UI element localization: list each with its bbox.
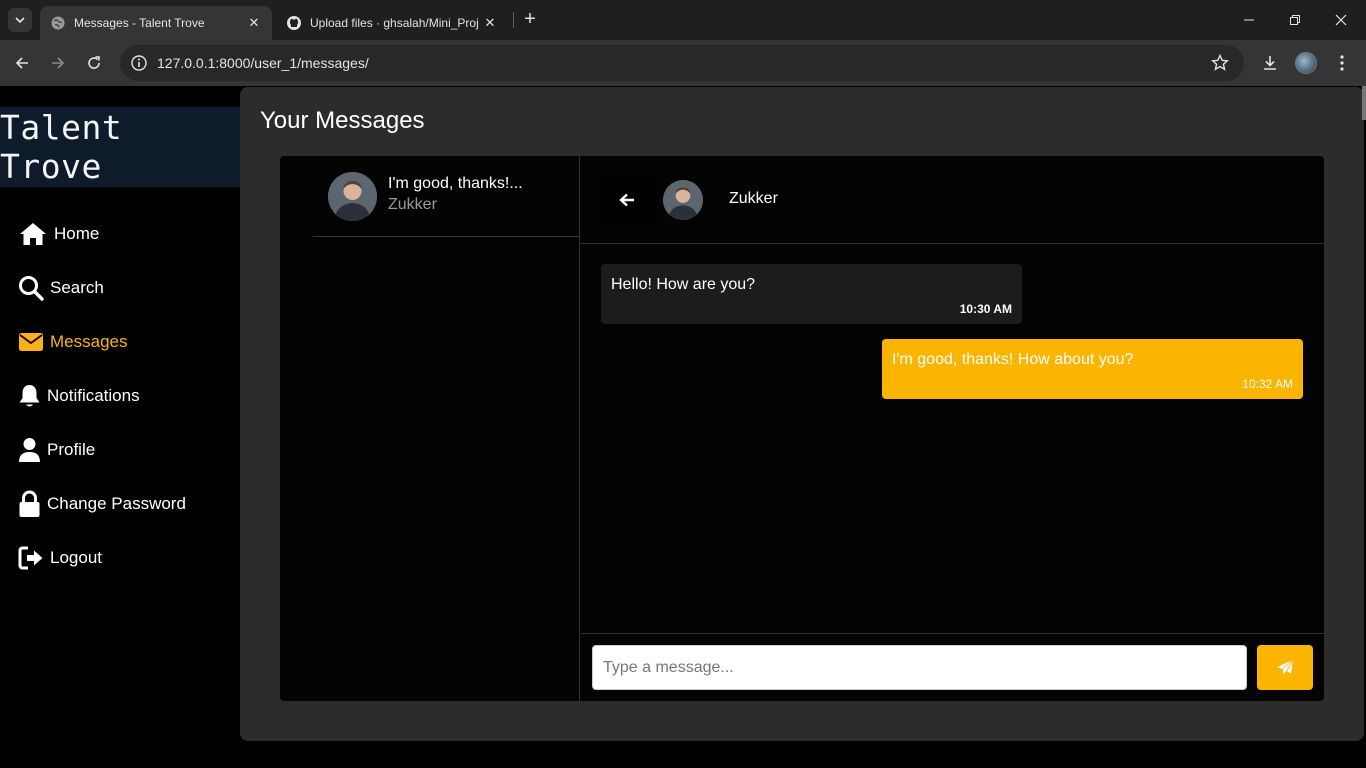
- browser-menu-button[interactable]: [1330, 51, 1354, 75]
- sidebar-item-notifications[interactable]: Notifications: [18, 381, 140, 411]
- site-info-icon[interactable]: [130, 54, 148, 72]
- sidebar-item-logout[interactable]: Logout: [18, 543, 102, 573]
- conversation-preview: I'm good, thanks!...: [388, 175, 523, 192]
- conversation-list: I'm good, thanks!... Zukker: [280, 156, 580, 701]
- conversation-name: Zukker: [388, 196, 437, 213]
- sidebar: Talent Trove Home Search Messages Notifi: [0, 86, 240, 768]
- message-bubble-outgoing: I'm good, thanks! How about you? 10:32 A…: [882, 339, 1303, 399]
- message-time: 10:32 AM: [1242, 377, 1293, 391]
- sidebar-item-search[interactable]: Search: [18, 273, 104, 303]
- tab-title: Upload files · ghsalah/Mini_Proj: [310, 16, 479, 30]
- sidebar-item-change-password[interactable]: Change Password: [18, 489, 186, 519]
- tab-upload-files[interactable]: Upload files · ghsalah/Mini_Proj ✕: [276, 6, 508, 40]
- sidebar-item-label: Search: [50, 278, 104, 297]
- back-nav-button[interactable]: [10, 51, 34, 75]
- message-text: Hello! How are you?: [611, 276, 756, 293]
- avatar: [328, 172, 377, 221]
- arrow-right-icon: [52, 57, 65, 69]
- contact-name: Zukker: [729, 190, 778, 207]
- sidebar-item-label: Messages: [50, 332, 128, 351]
- tab-separator: [513, 12, 514, 28]
- github-icon: [287, 16, 301, 30]
- sidebar-item-label: Change Password: [47, 494, 186, 513]
- message-composer: [581, 633, 1324, 701]
- message-bubble-incoming: Hello! How are you? 10:30 AM: [601, 264, 1022, 324]
- sidebar-item-label: Profile: [47, 440, 96, 459]
- logout-icon: [18, 544, 44, 572]
- bookmark-star-icon[interactable]: [1210, 53, 1230, 73]
- conversation-item[interactable]: I'm good, thanks!... Zukker: [313, 156, 580, 237]
- globe-icon: [51, 16, 65, 30]
- back-button[interactable]: [600, 177, 654, 223]
- close-tab-icon[interactable]: ✕: [246, 15, 262, 31]
- sidebar-item-profile[interactable]: Profile: [18, 435, 95, 465]
- paper-plane-icon: [1277, 659, 1294, 676]
- browser-tab-bar: Messages - Talent Trove ✕ Upload files ·…: [0, 0, 1366, 40]
- reload-icon: [88, 56, 100, 69]
- sidebar-item-messages[interactable]: Messages: [18, 327, 127, 357]
- minimize-button[interactable]: [1226, 0, 1272, 40]
- url-text: 127.0.0.1:8000/user_1/messages/: [157, 55, 369, 71]
- profile-button[interactable]: [1294, 51, 1318, 75]
- close-tab-icon[interactable]: ✕: [482, 15, 498, 31]
- lock-icon: [18, 490, 41, 518]
- close-icon: [1335, 14, 1347, 26]
- message-text: I'm good, thanks! How about you?: [892, 351, 1134, 368]
- minimize-icon: [1244, 19, 1254, 21]
- messenger-panel: I'm good, thanks!... Zukker Zukker Hello…: [280, 156, 1324, 701]
- sidebar-item-label: Notifications: [47, 386, 140, 405]
- main-content: Your Messages I'm good, thanks!... Zukke…: [240, 87, 1364, 741]
- kebab-menu-icon: [1340, 55, 1344, 71]
- new-tab-button[interactable]: +: [520, 9, 540, 30]
- sidebar-item-home[interactable]: Home: [18, 219, 99, 249]
- chevron-down-icon: [15, 17, 25, 24]
- bell-icon: [18, 382, 41, 410]
- chat-panel: Zukker Hello! How are you? 10:30 AM I'm …: [581, 156, 1324, 701]
- message-input[interactable]: [592, 645, 1247, 690]
- search-icon: [18, 274, 44, 302]
- sidebar-item-label: Home: [54, 224, 100, 243]
- arrow-left-icon: [619, 193, 634, 207]
- home-icon: [18, 220, 48, 248]
- message-time: 10:30 AM: [959, 302, 1012, 316]
- user-icon: [18, 436, 41, 464]
- send-button[interactable]: [1257, 645, 1313, 690]
- envelope-icon: [18, 328, 44, 356]
- browser-toolbar: 127.0.0.1:8000/user_1/messages/: [0, 40, 1366, 86]
- close-window-button[interactable]: [1318, 0, 1364, 40]
- forward-nav-button[interactable]: [46, 51, 70, 75]
- reload-button[interactable]: [82, 51, 106, 75]
- page-scrollbar[interactable]: [1362, 86, 1366, 120]
- brand-name: Talent Trove: [0, 108, 123, 186]
- restore-button[interactable]: [1272, 0, 1318, 40]
- downloads-button[interactable]: [1258, 51, 1282, 75]
- tab-search-button[interactable]: [8, 8, 32, 32]
- tab-title: Messages - Talent Trove: [74, 16, 205, 30]
- chat-header: Zukker: [581, 156, 1324, 244]
- arrow-left-icon: [15, 57, 28, 69]
- brand-logo[interactable]: Talent Trove: [0, 107, 240, 187]
- restore-icon: [1290, 15, 1300, 25]
- address-bar[interactable]: 127.0.0.1:8000/user_1/messages/: [120, 45, 1244, 81]
- page-title: Your Messages: [260, 107, 425, 134]
- profile-avatar: [1295, 52, 1317, 74]
- contact-avatar: [663, 180, 703, 220]
- page: Talent Trove Home Search Messages Notifi: [0, 86, 1366, 768]
- download-icon: [1264, 56, 1276, 70]
- sidebar-item-label: Logout: [50, 548, 102, 567]
- tab-messages[interactable]: Messages - Talent Trove ✕: [40, 6, 272, 40]
